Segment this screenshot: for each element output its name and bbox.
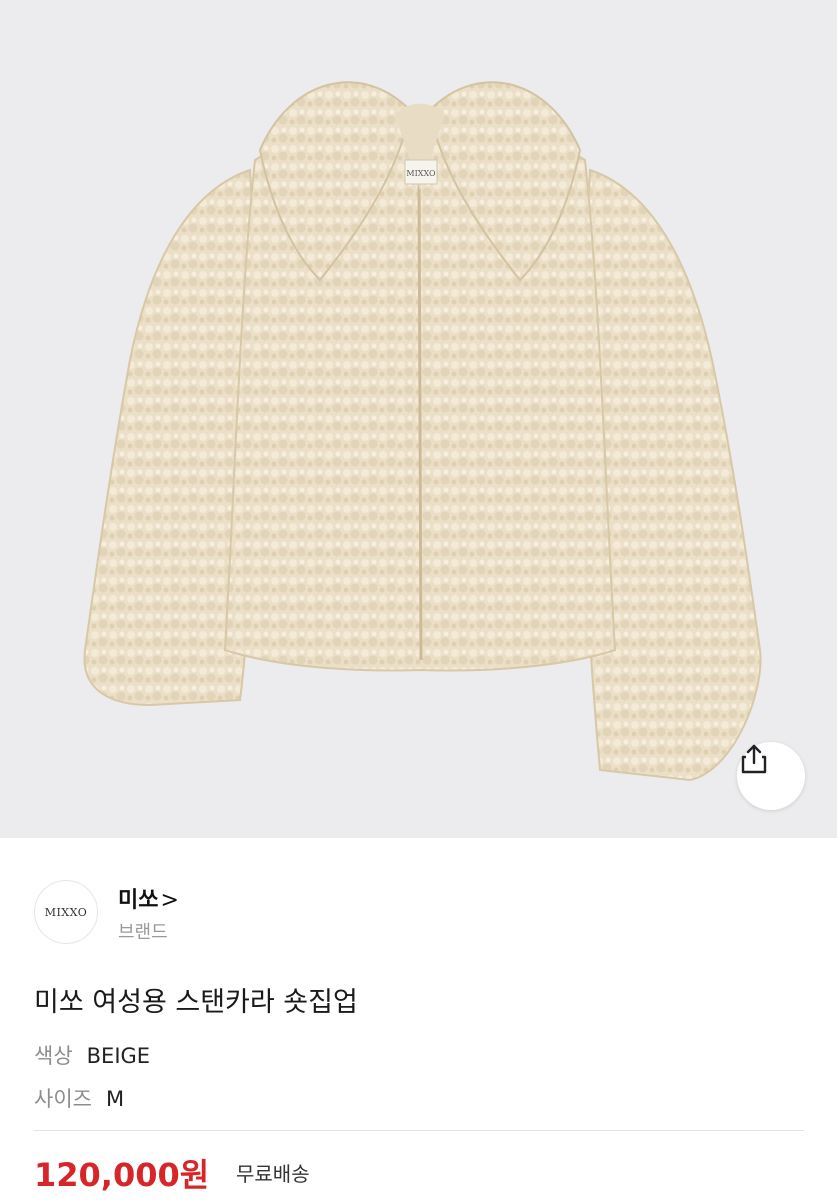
product-title: 미쏘 여성용 스탠카라 숏집업 (34, 987, 358, 1018)
product-image[interactable]: MIXXO (0, 0, 837, 838)
color-value: BEIGE (86, 1044, 151, 1068)
divider (34, 1130, 804, 1131)
garment-label-text: MIXXO (406, 169, 436, 178)
color-option: 색상 BEIGE (34, 1040, 150, 1070)
chevron-right-icon: > (160, 888, 179, 913)
share-icon (741, 744, 767, 774)
brand-logo-text: MIXXO (44, 905, 88, 919)
color-label: 색상 (34, 1044, 73, 1068)
price: 120,000원 (34, 1156, 210, 1194)
brand-name: 미쏘 (118, 888, 159, 913)
shipping-badge: 무료배송 (236, 1162, 310, 1186)
size-option: 사이즈 M (34, 1083, 124, 1113)
jacket-illustration: MIXXO (83, 81, 762, 782)
brand-subtitle: 브랜드 (118, 922, 168, 943)
brand-logo[interactable]: MIXXO (34, 880, 98, 944)
seller-info[interactable]: MIXXO 미쏘> 브랜드 (34, 880, 534, 950)
share-button[interactable] (737, 742, 805, 810)
size-value: M (105, 1087, 125, 1111)
size-label: 사이즈 (34, 1087, 92, 1111)
brand-name-link[interactable]: 미쏘> (118, 882, 179, 914)
